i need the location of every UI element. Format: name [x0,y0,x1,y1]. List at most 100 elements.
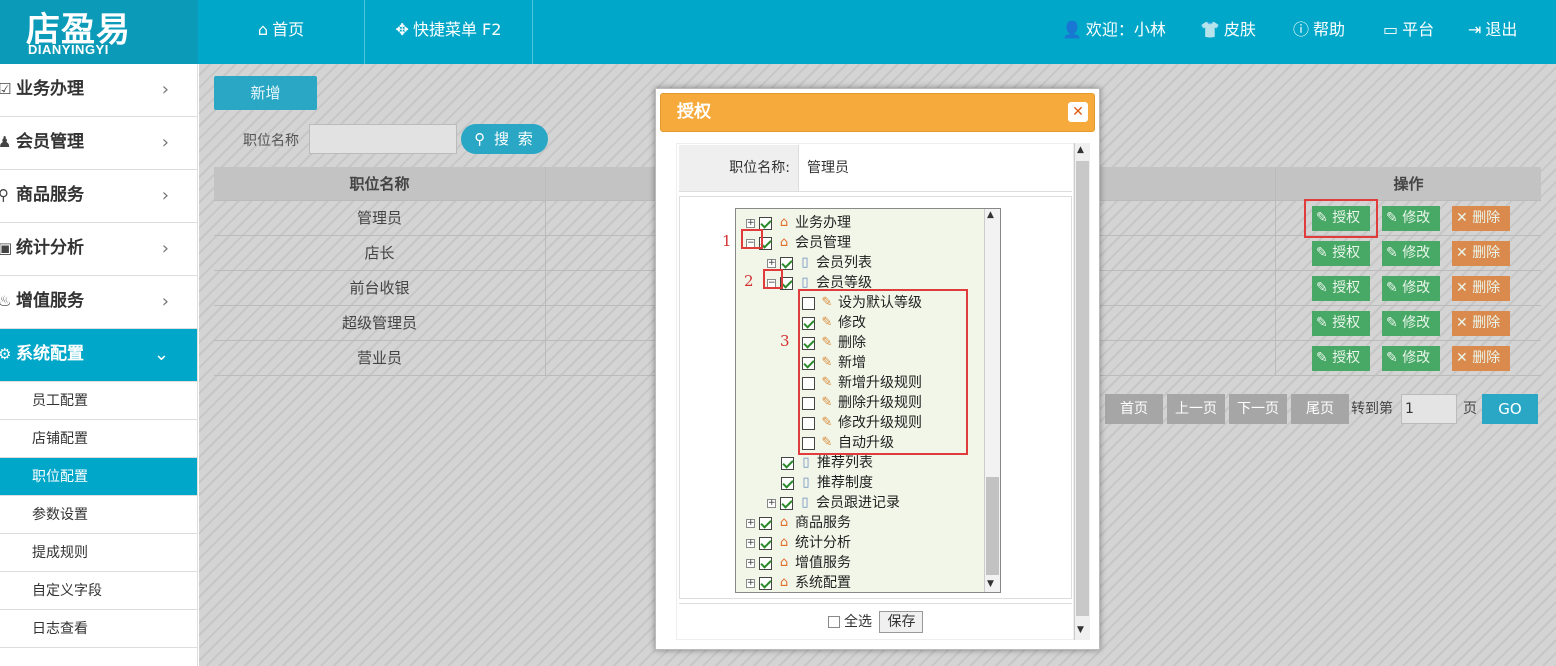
search-button[interactable]: ⚲ 搜 索 [461,124,548,154]
tree-node[interactable]: + ⌂ 增值服务 [746,553,851,573]
sidebar-module-goods[interactable]: ⚲ 商品服务 › [0,170,197,223]
tree-node[interactable]: + ⌂ 商品服务 [746,513,851,533]
sidebar-item-logs[interactable]: 日志查看 [0,610,197,648]
close-button[interactable]: ✕ [1068,102,1088,122]
sidebar-module-system-config[interactable]: ⚙ 系统配置 ⌄ [0,329,197,382]
page-prev-button[interactable]: 上一页 [1167,394,1225,424]
sidebar-item-store[interactable]: 店铺配置 [0,420,197,458]
sidebar-item-params[interactable]: 参数设置 [0,496,197,534]
welcome-user[interactable]: 👤 欢迎：小林 [1062,0,1166,60]
tree-node-label: 推荐列表 [817,455,873,471]
tree-node[interactable]: ▯ 推荐制度 [781,473,873,493]
edit-button[interactable]: ✎ 修改 [1382,241,1440,266]
sidebar-module-label: 增值服务 [16,291,84,311]
delete-button[interactable]: ✕ 删除 [1452,346,1510,371]
page-next-button[interactable]: 下一页 [1229,394,1287,424]
edit-button[interactable]: ✎ 修改 [1382,206,1440,231]
sidebar-module-label: 会员管理 [16,132,84,152]
authorize-button[interactable]: ✎ 授权 [1312,241,1370,266]
scrollbar-thumb[interactable] [986,477,999,575]
edit-button[interactable]: ✎ 修改 [1382,276,1440,301]
go-button[interactable]: GO [1482,394,1538,424]
checkbox[interactable] [781,476,794,490]
expand-icon[interactable]: + [746,538,755,548]
checkbox[interactable] [759,536,772,550]
annotation-number: 2 [744,272,754,290]
dialog-title: 授权 [677,102,711,122]
expand-icon[interactable]: + [746,518,755,528]
select-all-checkbox[interactable] [827,616,840,628]
nav-home[interactable]: ⌂ 首页 [198,0,365,64]
checkbox[interactable] [759,556,772,570]
tree-node-label: 商品服务 [795,515,851,531]
expand-icon[interactable]: + [746,218,755,228]
authorize-label: 授权 [1332,245,1361,261]
page-number-input[interactable]: 1 [1401,394,1457,424]
sidebar-item-position[interactable]: 职位配置 [0,458,197,496]
tree-node[interactable]: + ▯ 会员跟进记录 [767,493,900,513]
checkbox[interactable] [759,516,772,530]
expand-icon[interactable]: + [746,558,755,568]
sidebar-item-commission[interactable]: 提成规则 [0,534,197,572]
checkbox[interactable] [759,576,772,590]
scrollbar-thumb[interactable] [1076,161,1089,616]
checkbox[interactable] [780,256,793,270]
tree-scrollbar[interactable]: ▲ ▼ [984,209,1000,592]
delete-button[interactable]: ✕ 删除 [1452,206,1510,231]
expand-icon[interactable]: + [746,578,755,588]
expand-icon[interactable]: + [767,498,776,508]
tree-node-label: 会员跟进记录 [816,495,900,511]
tree-node[interactable]: + ⌂ 系统配置 [746,573,851,592]
dialog-scrollbar[interactable]: ▲ ▼ [1074,143,1090,640]
scroll-down-icon[interactable]: ▼ [1077,625,1084,635]
sidebar-module-members[interactable]: ♟ 会员管理 › [0,117,197,170]
position-name-label: 职位名称: [679,145,799,191]
sidebar-module-stats[interactable]: ▣ 统计分析 › [0,223,197,276]
delete-label: 删除 [1472,210,1501,226]
edit-label: 修改 [1402,280,1431,296]
row-position-name: 前台收银 [214,271,546,305]
pencil-icon: ✎ [1386,280,1403,296]
scroll-down-icon[interactable]: ▼ [987,579,994,589]
sidebar-item-staff[interactable]: 员工配置 [0,382,197,420]
expand-icon[interactable]: + [767,258,776,268]
help-button[interactable]: ⓘ 帮助 [1293,0,1345,60]
add-position-button[interactable]: 新增 [214,76,317,110]
search-input[interactable] [309,124,457,154]
skin-button[interactable]: 👕 皮肤 [1200,0,1256,60]
edit-button[interactable]: ✎ 修改 [1382,346,1440,371]
page-first-button[interactable]: 首页 [1105,394,1163,424]
select-all-label: 全选 [844,614,872,630]
tree-node[interactable]: + ⌂ 统计分析 [746,533,851,553]
settings-icon: ⚙ [0,345,12,363]
save-button[interactable]: 保存 [879,611,924,633]
sidebar-module-business[interactable]: ☑ 业务办理 › [0,64,197,117]
goto-suffix: 页 [1463,401,1477,417]
logout-button[interactable]: ⇥ 退出 [1468,0,1517,60]
scroll-up-icon[interactable]: ▲ [1077,145,1084,155]
platform-button[interactable]: ▭ 平台 [1383,0,1434,60]
checkbox[interactable] [781,456,794,470]
goods-icon: ⚲ [0,186,9,204]
tree-node[interactable]: ▯ 推荐列表 [781,453,873,473]
nav-quick-menu-label: 快捷菜单 F2 [412,20,502,39]
checkbox[interactable] [780,496,793,510]
highlight-box [798,289,968,455]
checkbox[interactable] [759,216,772,230]
sidebar-item-custom-fields[interactable]: 自定义字段 [0,572,197,610]
delete-button[interactable]: ✕ 删除 [1452,311,1510,336]
pencil-icon: ✎ [1316,245,1333,261]
authorize-button[interactable]: ✎ 授权 [1312,276,1370,301]
authorize-button[interactable]: ✎ 授权 [1312,311,1370,336]
row-position-name: 营业员 [214,341,546,375]
page-last-button[interactable]: 尾页 [1291,394,1349,424]
delete-button[interactable]: ✕ 删除 [1452,241,1510,266]
scroll-up-icon[interactable]: ▲ [987,210,994,220]
home-icon: ⌂ [779,515,789,530]
authorize-button[interactable]: ✎ 授权 [1312,346,1370,371]
sidebar-module-value-added[interactable]: ♨ 增值服务 › [0,276,197,329]
edit-button[interactable]: ✎ 修改 [1382,311,1440,336]
row-position-name: 管理员 [214,201,546,235]
nav-quick-menu[interactable]: ✥ 快捷菜单 F2 [365,0,533,64]
delete-button[interactable]: ✕ 删除 [1452,276,1510,301]
